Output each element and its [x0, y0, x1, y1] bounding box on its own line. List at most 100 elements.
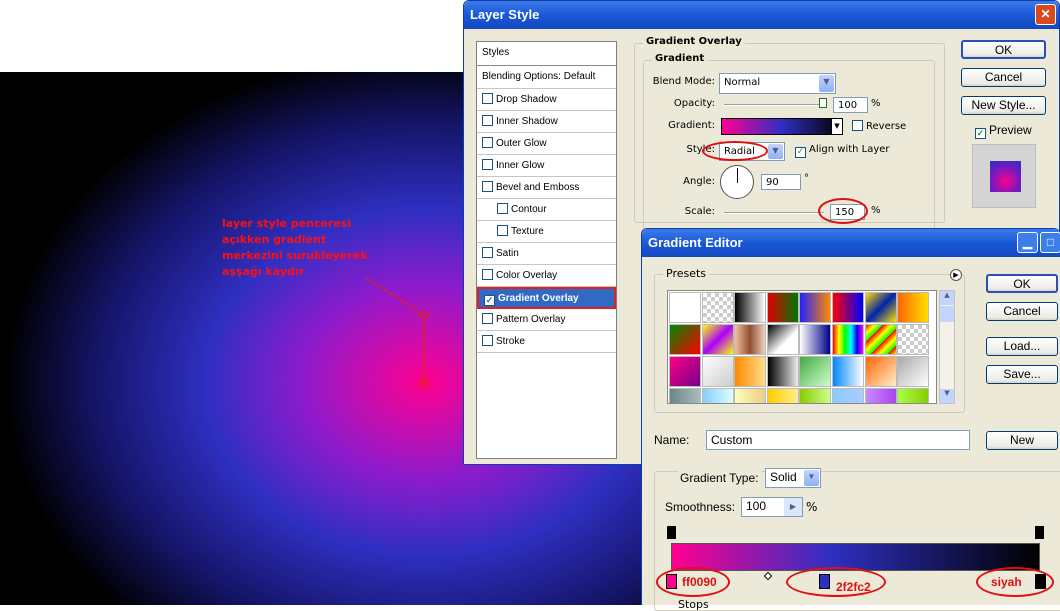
maximize-icon[interactable]: □: [1040, 232, 1060, 253]
style-item[interactable]: Bevel and Emboss: [477, 177, 616, 199]
style-item-checkbox[interactable]: [482, 269, 493, 280]
opacity-slider[interactable]: [724, 104, 824, 106]
gradient-type-select[interactable]: Solid ▼: [765, 468, 821, 488]
minimize-icon[interactable]: ▁: [1017, 232, 1038, 253]
preset-swatch[interactable]: [799, 324, 832, 355]
load-button[interactable]: Load...: [986, 337, 1058, 356]
scale-slider[interactable]: [724, 212, 824, 214]
align-with-layer-checkbox[interactable]: ✓ Align with Layer: [795, 144, 890, 158]
style-item-checkbox[interactable]: [482, 313, 493, 324]
style-item-checkbox[interactable]: [482, 115, 493, 126]
cancel-button[interactable]: Cancel: [961, 68, 1046, 87]
preset-swatch[interactable]: [669, 388, 701, 403]
gradient-preview-bar[interactable]: [671, 543, 1040, 571]
scroll-thumb[interactable]: [940, 306, 954, 322]
opacity-slider-thumb[interactable]: [819, 98, 827, 108]
preset-swatch[interactable]: [766, 388, 799, 403]
preset-swatch[interactable]: [766, 324, 799, 355]
style-item[interactable]: Texture: [477, 221, 616, 243]
preset-swatch[interactable]: [669, 356, 701, 387]
preset-swatch[interactable]: [832, 292, 864, 323]
preset-swatch[interactable]: [897, 292, 930, 323]
preset-swatch[interactable]: [897, 324, 930, 355]
close-icon[interactable]: ✕: [1035, 4, 1056, 25]
preset-swatch[interactable]: [832, 388, 864, 403]
blend-mode-select[interactable]: Normal ▼: [719, 73, 836, 94]
style-item[interactable]: Satin: [477, 243, 616, 265]
preset-swatch[interactable]: [669, 292, 701, 323]
editor-ok-button[interactable]: OK: [986, 274, 1058, 293]
ok-button[interactable]: OK: [961, 40, 1046, 59]
preset-swatch[interactable]: [766, 356, 799, 387]
style-item-checkbox[interactable]: [482, 181, 493, 192]
style-item-checkbox[interactable]: [482, 159, 493, 170]
preset-swatch[interactable]: [701, 388, 734, 403]
preset-swatch[interactable]: [701, 324, 734, 355]
angle-dial[interactable]: [720, 165, 754, 199]
smoothness-arrow-icon[interactable]: ▶: [784, 498, 802, 516]
presets-scrollbar[interactable]: ▲ ▼: [939, 290, 955, 404]
angle-field[interactable]: 90: [761, 174, 801, 190]
styles-header[interactable]: Styles: [477, 42, 616, 66]
opacity-stop-right[interactable]: [1035, 526, 1044, 539]
style-item[interactable]: Color Overlay: [477, 265, 616, 287]
style-item[interactable]: Pattern Overlay: [477, 309, 616, 331]
preset-swatch[interactable]: [799, 292, 832, 323]
preset-swatch[interactable]: [864, 292, 897, 323]
style-item[interactable]: ✓ Gradient Overlay: [477, 287, 616, 309]
preview-checkbox-box[interactable]: ✓: [975, 128, 986, 139]
preset-swatch[interactable]: [832, 324, 864, 355]
opacity-stop-left[interactable]: [667, 526, 676, 539]
name-field[interactable]: Custom: [706, 430, 970, 450]
style-item[interactable]: Contour: [477, 199, 616, 221]
style-item[interactable]: Inner Shadow: [477, 111, 616, 133]
reverse-checkbox[interactable]: Reverse: [852, 120, 906, 132]
preset-swatch[interactable]: [734, 388, 767, 403]
preset-swatch[interactable]: [799, 388, 832, 403]
style-item-checkbox[interactable]: [497, 203, 508, 214]
smoothness-field[interactable]: 100 ▶: [741, 497, 803, 517]
new-style-button[interactable]: New Style...: [961, 96, 1046, 115]
style-item[interactable]: Outer Glow: [477, 133, 616, 155]
align-checkbox-box[interactable]: ✓: [795, 147, 806, 158]
style-item[interactable]: Stroke: [477, 331, 616, 353]
scroll-up-icon[interactable]: ▲: [940, 291, 954, 305]
preset-swatch[interactable]: [669, 324, 701, 355]
gradient-editor-titlebar[interactable]: Gradient Editor ▁ □: [642, 229, 1060, 257]
preset-swatch[interactable]: [701, 356, 734, 387]
gradient-dropdown-arrow[interactable]: ▼: [831, 118, 843, 135]
style-item-label: Color Overlay: [496, 270, 558, 281]
new-gradient-button[interactable]: New: [986, 431, 1058, 450]
save-button[interactable]: Save...: [986, 365, 1058, 384]
preset-swatch[interactable]: [734, 292, 767, 323]
preset-swatch[interactable]: [832, 356, 864, 387]
gradient-picker[interactable]: ▼: [721, 118, 843, 135]
editor-cancel-button[interactable]: Cancel: [986, 302, 1058, 321]
style-item-checkbox[interactable]: [482, 93, 493, 104]
preset-swatch[interactable]: [864, 324, 897, 355]
preset-swatch[interactable]: [864, 356, 897, 387]
style-item[interactable]: Blending Options: Default: [477, 67, 616, 89]
layer-style-titlebar[interactable]: Layer Style ✕: [464, 1, 1059, 29]
stop-right-note: siyah: [991, 575, 1022, 589]
style-item[interactable]: Inner Glow: [477, 155, 616, 177]
style-item-checkbox[interactable]: [482, 137, 493, 148]
preview-checkbox[interactable]: ✓ Preview: [975, 123, 1032, 139]
style-item-checkbox[interactable]: [497, 225, 508, 236]
preset-swatch[interactable]: [897, 356, 930, 387]
style-item[interactable]: Drop Shadow: [477, 89, 616, 111]
style-item-checkbox[interactable]: [482, 247, 493, 258]
scroll-down-icon[interactable]: ▼: [940, 389, 954, 403]
preset-swatch[interactable]: [734, 356, 767, 387]
reverse-checkbox-box[interactable]: [852, 120, 863, 131]
preset-swatch[interactable]: [701, 292, 734, 323]
preset-swatch[interactable]: [766, 292, 799, 323]
opacity-field[interactable]: 100: [833, 97, 868, 113]
style-item-checkbox[interactable]: ✓: [484, 295, 495, 306]
presets-menu-icon[interactable]: ▶: [950, 269, 962, 281]
preset-swatch[interactable]: [864, 388, 897, 403]
preset-swatch[interactable]: [897, 388, 930, 403]
style-item-checkbox[interactable]: [482, 335, 493, 346]
preset-swatch[interactable]: [734, 324, 767, 355]
preset-swatch[interactable]: [799, 356, 832, 387]
